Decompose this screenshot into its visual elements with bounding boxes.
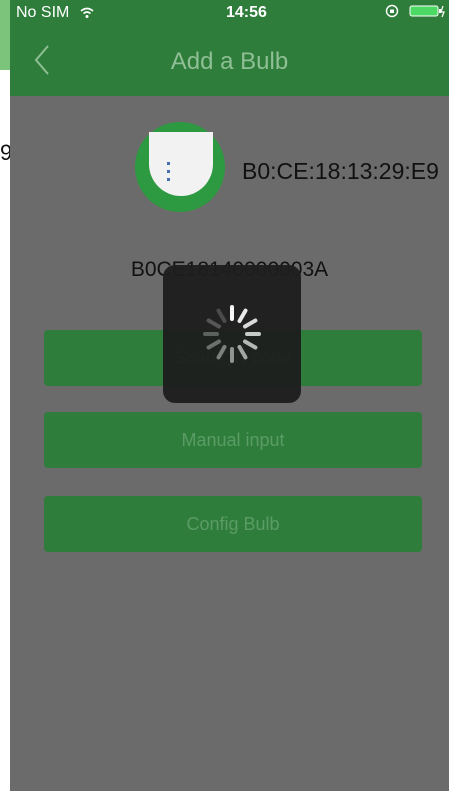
- battery-icon: [409, 5, 445, 18]
- config-bulb-button[interactable]: Config Bulb: [44, 496, 422, 552]
- app-screen: No SIM 14:56 Add a Bulb B0:CE:18:13:29:E…: [10, 0, 449, 791]
- device-led: [167, 178, 170, 181]
- status-bar: No SIM 14:56: [10, 0, 449, 26]
- navigation-bar: Add a Bulb: [10, 26, 449, 96]
- device-led: [167, 162, 170, 165]
- carrier-label: No SIM: [16, 4, 94, 22]
- clock: 14:56: [226, 4, 267, 21]
- device-mac-address: B0:CE:18:13:29:E9: [242, 158, 439, 184]
- rotation-lock-icon: [385, 4, 399, 18]
- loading-spinner-icon: [203, 305, 261, 363]
- carrier-text: No SIM: [16, 4, 70, 21]
- loading-overlay: [163, 265, 301, 403]
- wifi-icon: [80, 7, 94, 18]
- status-icons: [385, 4, 445, 18]
- device-led: [167, 170, 170, 173]
- page-title: Add a Bulb: [170, 48, 289, 75]
- bulb-device-icon: [135, 122, 225, 212]
- edge-artifact-tab: [0, 0, 10, 70]
- device-body: [149, 132, 213, 196]
- manual-input-button[interactable]: Manual input: [44, 412, 422, 468]
